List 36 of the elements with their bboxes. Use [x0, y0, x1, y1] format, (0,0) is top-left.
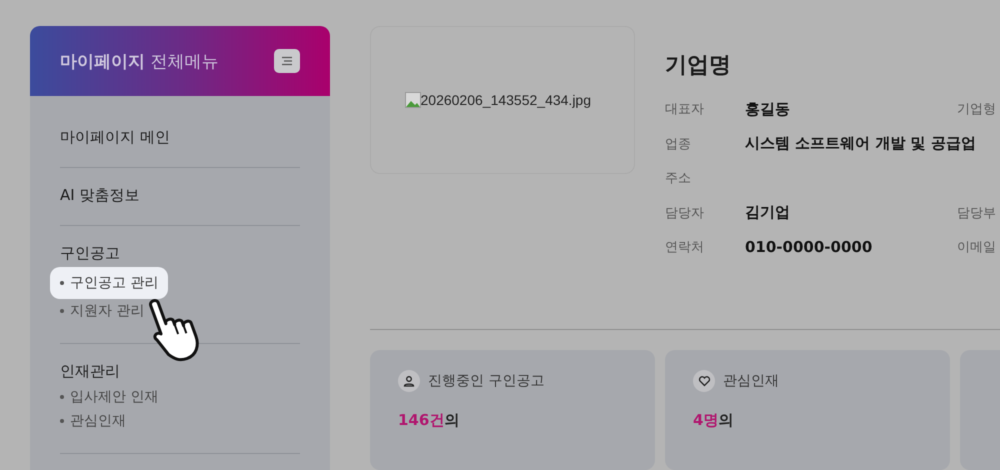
- menu-button[interactable]: [274, 49, 300, 73]
- field-label: 이메일: [957, 239, 996, 256]
- submenu-item[interactable]: 관심인재: [60, 409, 132, 433]
- menu-section-link[interactable]: 마이페이지 메인: [60, 128, 170, 147]
- company-name: 기업명: [665, 52, 732, 80]
- person-icon: [403, 375, 415, 387]
- heart-icon: [698, 375, 710, 387]
- field-label: 담당부: [957, 204, 996, 222]
- submenu-item[interactable]: 입사제안 인재: [60, 385, 164, 409]
- field-value: 시스템 소프트웨어 개발 및 공급업: [745, 134, 976, 152]
- bullet-icon: [60, 281, 64, 286]
- broken-image-icon: [404, 92, 420, 108]
- field-value: 김기업: [745, 203, 790, 222]
- field-label: 대표자: [665, 101, 705, 118]
- field-label: 기업형: [957, 101, 996, 118]
- field-value: 홍길동: [745, 100, 790, 118]
- field-label: 주소: [665, 170, 692, 188]
- bullet-icon: [60, 309, 64, 314]
- menu-section-link[interactable]: 구인공고: [60, 244, 120, 263]
- menu-section-link[interactable]: AI 맞춤정보: [60, 186, 140, 205]
- field-label: 업종: [665, 136, 692, 153]
- stat-title: 관심인재: [723, 372, 779, 390]
- stat-title: 진행중인 구인공고: [428, 372, 544, 390]
- stat-count: 146건의: [398, 411, 460, 429]
- image-alt-text: 20260206_143552_434.jpg: [420, 92, 592, 108]
- field-label: 연락처: [665, 239, 705, 256]
- submenu-item[interactable]: 구인공고 관리: [50, 267, 168, 299]
- bullet-icon: [60, 395, 64, 400]
- field-label: 담당자: [665, 204, 705, 222]
- field-value: 010-0000-0000: [745, 238, 872, 256]
- menu-section-link[interactable]: 인재관리: [60, 362, 120, 381]
- bullet-icon: [60, 419, 64, 424]
- sidebar-title: 마이페이지 전체메뉴: [60, 50, 218, 72]
- stat-count: 4명의: [693, 411, 734, 429]
- menu-icon: [281, 56, 293, 66]
- submenu-item[interactable]: 지원자 관리: [60, 299, 150, 323]
